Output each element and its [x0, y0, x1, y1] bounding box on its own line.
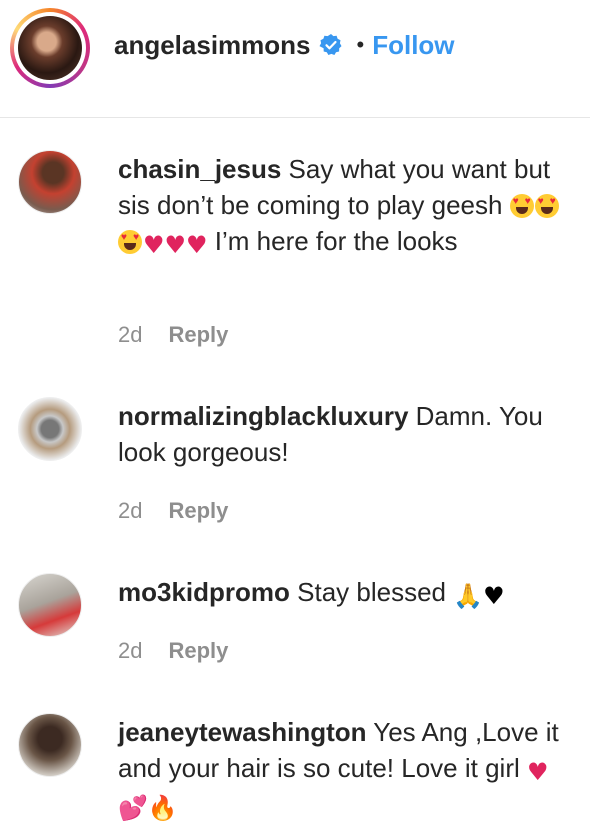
red-heart-emoji-icon: ♥ [527, 758, 549, 786]
commenter-avatar[interactable] [18, 150, 82, 214]
comment-meta: 2d Reply [118, 638, 228, 664]
verified-badge-icon [319, 34, 342, 55]
comment-age: 2d [118, 498, 143, 523]
reply-button[interactable]: Reply [168, 638, 228, 664]
comment-meta: 2d Reply [118, 498, 228, 524]
commenter-username[interactable]: jeaneytewashington [118, 717, 367, 747]
fire-emoji-icon: 🔥 [147, 794, 178, 822]
separator-dot: • [356, 32, 365, 57]
heart-eyes-emoji-icon [534, 194, 559, 218]
comment-meta: 2d Reply [118, 322, 228, 348]
comment-age: 2d [118, 638, 143, 663]
header-user-row: angelasimmons • Follow [114, 28, 455, 62]
red-heart-emoji-icon: ♥♥♥ [143, 231, 208, 259]
post-header: angelasimmons • Follow [0, 0, 590, 118]
follow-button[interactable]: Follow [372, 30, 454, 61]
black-heart-emoji-icon: ♥ [483, 582, 505, 610]
heart-eyes-emoji-icon [509, 194, 534, 218]
comment-text: normalizingblackluxury Damn. You look go… [118, 398, 568, 470]
post-author-username[interactable]: angelasimmons [114, 30, 311, 61]
commenter-username[interactable]: chasin_jesus [118, 154, 281, 184]
commenter-avatar[interactable] [18, 397, 82, 461]
two-hearts-emoji-icon: 💕 [118, 794, 148, 822]
commenter-username[interactable]: normalizingblackluxury [118, 401, 408, 431]
comment-body-cont: I’m here for the looks [214, 226, 458, 256]
folded-hands-emoji-icon: 🙏 [453, 582, 484, 610]
comment-body: Stay blessed [297, 577, 447, 607]
profile-avatar-story-ring[interactable] [10, 8, 90, 88]
profile-avatar[interactable] [18, 16, 82, 80]
comment-text: chasin_jesus Say what you want but sis d… [118, 151, 568, 259]
reply-button[interactable]: Reply [168, 322, 228, 348]
reply-button[interactable]: Reply [168, 498, 228, 524]
comment-age: 2d [118, 322, 143, 347]
heart-eyes-emoji-icon [118, 230, 142, 254]
commenter-avatar[interactable] [18, 713, 82, 777]
commenter-avatar[interactable] [18, 573, 82, 637]
comment-text: jeaneytewashington Yes Ang ,Love it and … [118, 714, 568, 822]
commenter-username[interactable]: mo3kidpromo [118, 577, 290, 607]
comment-text: mo3kidpromo Stay blessed 🙏♥ [118, 574, 568, 610]
